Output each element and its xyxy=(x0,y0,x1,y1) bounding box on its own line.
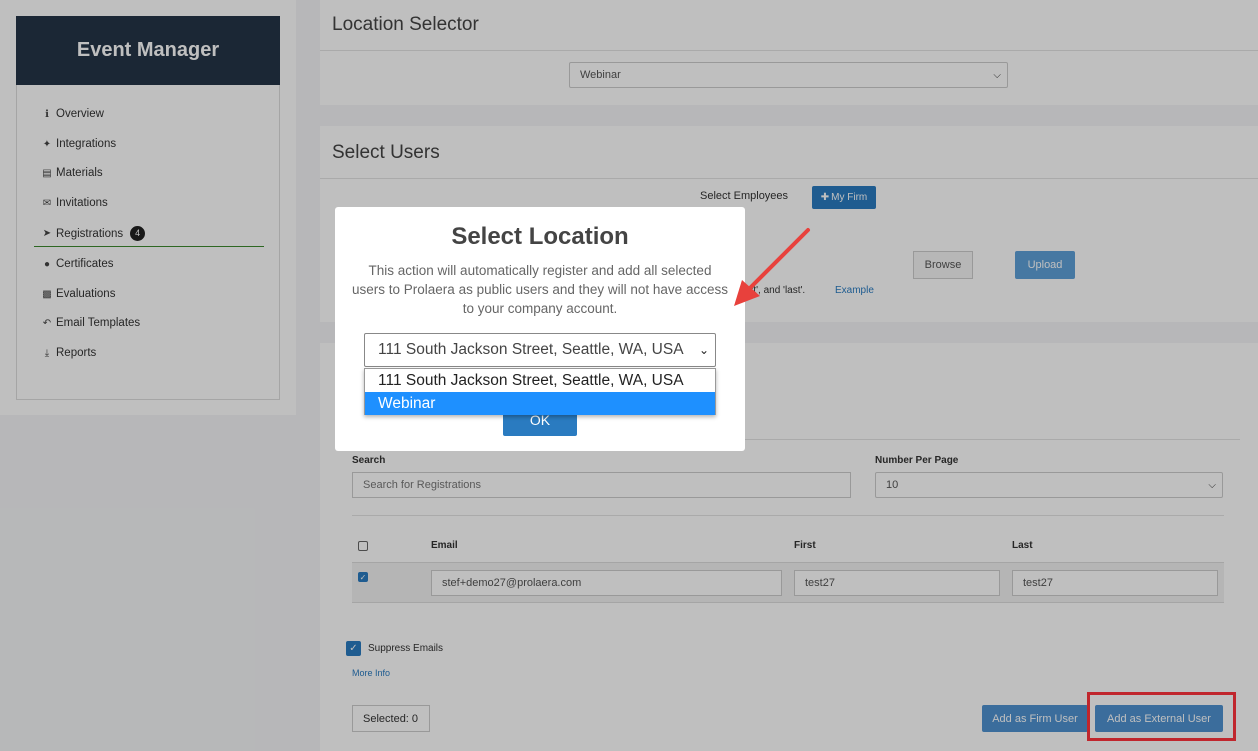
highlight-box xyxy=(1087,692,1236,741)
chevron-down-icon: ⌄ xyxy=(698,343,709,357)
location-dropdown-list: 111 South Jackson Street, Seattle, WA, U… xyxy=(364,368,716,415)
modal-title: Select Location xyxy=(451,223,629,250)
modal-select-value: 111 South Jackson Street, Seattle, WA, U… xyxy=(378,341,684,358)
modal-description: This action will automatically register … xyxy=(352,263,728,316)
dropdown-option-selected[interactable]: Webinar xyxy=(365,392,715,415)
annotation-arrow-icon xyxy=(734,228,810,306)
dropdown-option[interactable]: 111 South Jackson Street, Seattle, WA, U… xyxy=(365,369,715,392)
modal-location-select[interactable]: 111 South Jackson Street, Seattle, WA, U… xyxy=(364,333,716,367)
